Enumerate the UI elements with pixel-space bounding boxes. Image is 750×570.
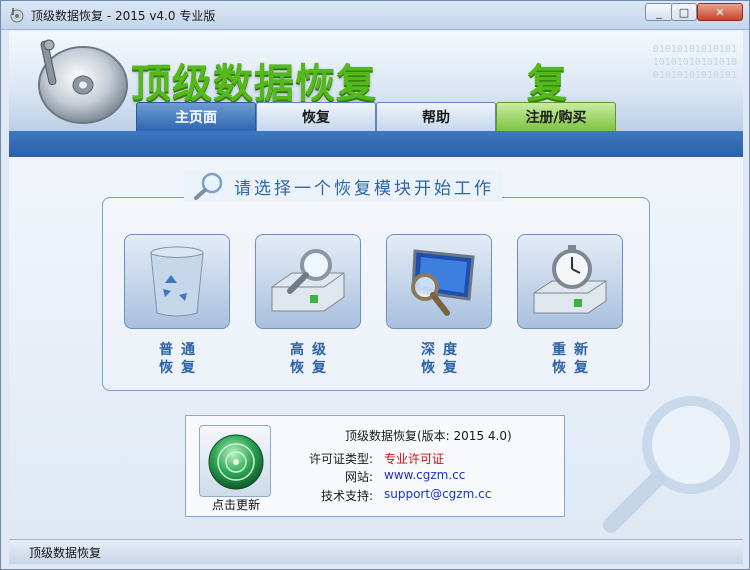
- app-window: 顶级数据恢复 - 2015 v4.0 专业版 _ □ ✕ 01010101010…: [0, 0, 750, 570]
- website-label: 网站:: [344, 470, 373, 484]
- close-icon: ✕: [715, 5, 725, 19]
- tab-register-buy[interactable]: 注册/购买: [496, 102, 616, 131]
- brand-title: 顶级数据恢复: [131, 61, 377, 107]
- status-bar: 顶级数据恢复: [9, 539, 743, 564]
- module-heading: 请选择一个恢复模块开始工作: [184, 171, 502, 201]
- minimize-button[interactable]: _: [645, 3, 673, 21]
- app-icon: [10, 8, 24, 23]
- drive-stopwatch-icon: [533, 244, 607, 313]
- hard-disk-logo-icon: [38, 39, 128, 124]
- module-re-recovery-label: 重新 恢复: [552, 342, 596, 376]
- tab-recover[interactable]: 恢复: [256, 102, 376, 131]
- module-deep-recovery-label: 深度 恢复: [421, 342, 465, 376]
- brand-fragment: 复: [527, 61, 567, 107]
- tab-help[interactable]: 帮助: [376, 102, 496, 131]
- main-tabs: 主页面 恢复 帮助 注册/购买: [136, 102, 616, 131]
- module-heading-text: 请选择一个恢复模块开始工作: [234, 178, 494, 199]
- license-type-value: 专业许可证: [384, 452, 445, 466]
- version-title: 顶级数据恢复(版本: 2015 4.0): [345, 429, 512, 443]
- monitor-magnifier-icon: [411, 248, 475, 316]
- radar-update-icon: [208, 434, 264, 490]
- window-title: 顶级数据恢复 - 2015 v4.0 专业版: [31, 9, 216, 23]
- module-re-recovery-button[interactable]: [517, 234, 623, 329]
- status-text: 顶级数据恢复: [29, 546, 102, 560]
- binary-decoration: 01010101010101 10101010101010 0101010101…: [652, 44, 737, 81]
- drive-magnifier-icon: [271, 248, 345, 311]
- license-type-label: 许可证类型:: [308, 452, 373, 466]
- minimize-icon: _: [656, 5, 662, 19]
- update-label: 点击更新: [211, 498, 260, 512]
- support-email-link[interactable]: support@cgzm.cc: [384, 487, 491, 501]
- module-normal-recovery-button[interactable]: [124, 234, 230, 329]
- module-advanced-recovery-button[interactable]: [255, 234, 361, 329]
- update-button[interactable]: [199, 425, 271, 497]
- tab-home[interactable]: 主页面: [136, 102, 256, 131]
- module-normal-recovery-label: 普通 恢复: [159, 342, 203, 376]
- title-bar[interactable]: 顶级数据恢复 - 2015 v4.0 专业版 _ □ ✕: [1, 1, 749, 30]
- maximize-icon: □: [678, 5, 690, 19]
- module-deep-recovery-button[interactable]: [386, 234, 492, 329]
- recycle-bin-icon: [150, 246, 204, 316]
- maximize-button[interactable]: □: [671, 3, 697, 21]
- tab-underline-strip: [9, 131, 743, 157]
- support-label: 技术支持:: [320, 489, 373, 503]
- module-advanced-recovery-label: 高级 恢复: [290, 342, 334, 376]
- magnifier-icon: [194, 172, 223, 200]
- close-button[interactable]: ✕: [697, 3, 743, 21]
- website-link[interactable]: www.cgzm.cc: [384, 468, 465, 482]
- decorative-magnifier-icon: [603, 396, 740, 533]
